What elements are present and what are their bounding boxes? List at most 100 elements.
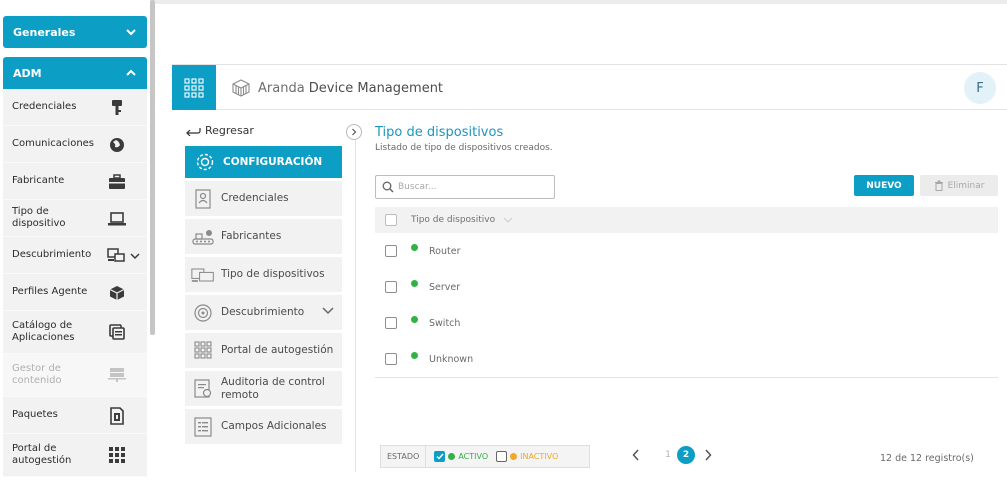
sidebar-item-gestor-de-contenido: Gestor de contenido — [3, 354, 147, 397]
chevron-down-icon — [322, 307, 334, 315]
table-row[interactable]: Server — [375, 269, 998, 305]
back-link[interactable]: Regresar — [185, 124, 254, 137]
sidebar-item-label: Credenciales — [12, 101, 77, 112]
filter-active-label: ACTIVO — [458, 452, 489, 461]
delete-button[interactable]: Eliminar — [920, 175, 998, 196]
sort-chevron-icon[interactable] — [503, 217, 513, 224]
config-nav-label: Fabricantes — [221, 230, 282, 242]
page-2-button[interactable]: 2 — [677, 446, 695, 464]
user-avatar[interactable]: F — [964, 72, 996, 104]
config-nav-label: Credenciales — [221, 192, 289, 204]
config-nav-fabricantes[interactable]: Fabricantes — [185, 219, 342, 254]
filter-active-checkbox[interactable] — [434, 451, 446, 462]
form-fields-icon — [194, 417, 212, 437]
table-row[interactable]: Unknown — [375, 341, 998, 377]
credentials-icon — [195, 189, 211, 209]
filter-inactive-checkbox[interactable] — [496, 451, 508, 462]
sidebar-item-descubrimiento[interactable]: Descubrimiento — [3, 237, 147, 274]
sidebar-item-label: Fabricante — [12, 175, 65, 186]
key-icon — [112, 100, 122, 115]
table-bottom-border — [375, 377, 998, 378]
sidebar-group-generales[interactable]: Generales — [3, 16, 147, 48]
brand-title: Aranda Device Management — [258, 81, 443, 96]
select-all-checkbox[interactable] — [385, 214, 397, 226]
inactive-dot — [510, 453, 518, 460]
row-checkbox[interactable] — [385, 245, 397, 257]
sidebar-item-portal-de-autogestion[interactable]: Portal de autogestión — [3, 434, 147, 477]
row-name: Router — [429, 245, 461, 257]
table-row[interactable]: Switch — [375, 305, 998, 341]
app-catalog-icon — [109, 324, 125, 340]
sidebar-item-label: Gestor de contenido — [12, 363, 62, 386]
row-checkbox[interactable] — [385, 281, 397, 293]
status-dot — [411, 279, 418, 287]
status-dot — [411, 351, 418, 359]
column-header-tipo-de-dispositivo[interactable]: Tipo de dispositivo — [411, 215, 495, 225]
sidebar-item-fabricante[interactable]: Fabricante — [3, 163, 147, 200]
sidebar-item-catalogo-de-aplicaciones[interactable]: Catálogo de Aplicaciones — [3, 311, 147, 354]
sidebar-item-perfiles-agente[interactable]: Perfiles Agente — [3, 274, 147, 311]
audit-icon — [194, 379, 212, 398]
prev-page-button[interactable] — [627, 446, 645, 464]
status-filter: ESTADO ACTIVO INACTIVO — [380, 445, 590, 468]
status-dot — [411, 243, 418, 251]
config-nav-auditoria-de-control-remoto[interactable]: Auditoria de control remoto — [185, 371, 342, 406]
briefcase-icon — [109, 174, 125, 189]
check-icon — [436, 453, 444, 460]
app-header: Aranda Device Management F — [172, 64, 1007, 110]
status-filter-label: ESTADO — [381, 446, 427, 467]
config-nav-label: Campos Adicionales — [221, 420, 327, 432]
apps-grid-icon — [184, 78, 204, 98]
network-discovery-icon — [107, 248, 125, 262]
device-types-table: Tipo de dispositivo Router Server Switch… — [375, 207, 998, 378]
chevron-right-icon — [352, 128, 357, 136]
filter-inactive[interactable]: INACTIVO — [496, 451, 558, 462]
config-nav-label: Portal de autogestión — [221, 344, 334, 356]
brand-name: Device Management — [308, 80, 444, 96]
config-nav-label: Descubrimiento — [221, 306, 305, 318]
new-button[interactable]: NUEVO — [854, 175, 914, 196]
search-input[interactable] — [398, 182, 548, 192]
devices-icon — [191, 268, 214, 282]
config-nav-configuracion[interactable]: CONFIGURACIÓN — [185, 146, 342, 178]
config-nav-tipo-de-dispositivos[interactable]: Tipo de dispositivos — [185, 257, 342, 292]
sidebar-item-label: Catálogo de Aplicaciones — [12, 320, 75, 343]
table-row[interactable]: Router — [375, 233, 998, 269]
sidebar-item-tipo-de-dispositivo[interactable]: Tipo de dispositivo — [3, 200, 147, 237]
collapse-nav-button[interactable] — [346, 124, 362, 140]
sidebar-group-label: ADM — [13, 66, 42, 80]
sidebar-scrollbar[interactable] — [150, 0, 155, 335]
row-checkbox[interactable] — [385, 353, 397, 365]
left-sidebar: Generales ADM Credenciales Comunicacione… — [0, 0, 155, 482]
filter-active[interactable]: ACTIVO — [434, 451, 488, 462]
sidebar-item-label: Portal de autogestión — [12, 443, 72, 466]
sidebar-item-credenciales[interactable]: Credenciales — [3, 89, 147, 126]
page-subtitle: Listado de tipo de dispositivos creados. — [375, 143, 553, 153]
search-box — [375, 175, 555, 199]
row-name: Unknown — [429, 353, 474, 365]
config-nav-credenciales[interactable]: Credenciales — [185, 181, 342, 216]
config-nav-campos-adicionales[interactable]: Campos Adicionales — [185, 409, 342, 444]
config-nav-portal-de-autogestion[interactable]: Portal de autogestión — [185, 333, 342, 368]
sidebar-item-paquetes[interactable]: Paquetes — [3, 397, 147, 434]
next-page-button[interactable] — [699, 446, 717, 464]
server-icon — [108, 368, 126, 382]
sidebar-item-comunicaciones[interactable]: Comunicaciones — [3, 126, 147, 163]
config-nav-label: Tipo de dispositivos — [221, 268, 325, 280]
sidebar-item-label: Paquetes — [12, 409, 58, 420]
config-nav-label: Auditoria de control remoto — [221, 375, 325, 401]
grid-icon — [194, 341, 212, 359]
grid-icon — [109, 447, 125, 463]
sidebar-group-label: Generales — [13, 25, 76, 39]
apps-menu-button[interactable] — [172, 65, 216, 110]
page-1-button[interactable]: 1 — [659, 446, 677, 464]
vertical-divider — [355, 140, 356, 472]
config-nav-descubrimiento[interactable]: Descubrimiento — [185, 295, 342, 330]
row-name: Switch — [429, 317, 461, 329]
sidebar-group-adm[interactable]: ADM — [3, 57, 147, 89]
sidebar-item-label: Perfiles Agente — [12, 286, 88, 297]
record-count: 12 de 12 registro(s) — [880, 453, 974, 464]
row-checkbox[interactable] — [385, 317, 397, 329]
pagination: 1 2 — [627, 446, 717, 464]
active-dot — [448, 453, 456, 460]
